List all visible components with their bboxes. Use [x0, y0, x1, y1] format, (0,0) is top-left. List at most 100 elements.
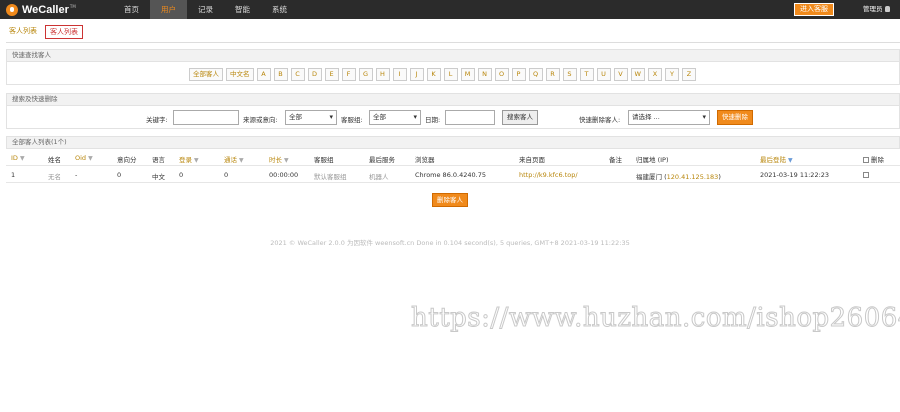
filter-letter-o[interactable]: O [494, 68, 509, 81]
nav-item-system[interactable]: 系统 [261, 0, 298, 19]
filter-letter-d[interactable]: D [307, 68, 322, 81]
row-delete-checkbox[interactable] [863, 172, 869, 178]
source-select-value: 全部 [289, 113, 302, 121]
filter-letter-x[interactable]: X [647, 68, 662, 81]
watermark: https://www.huzhan.com/ishop26064 [411, 303, 900, 334]
filter-letter-i[interactable]: I [392, 68, 407, 81]
enter-service-button[interactable]: 进入客服 [794, 3, 834, 16]
filter-letter-v[interactable]: V [613, 68, 628, 81]
quick-delete-select-value: 请选择 ... [632, 113, 660, 121]
tab-guest-list[interactable]: 客人列表 [9, 25, 37, 39]
cell-oid: - [75, 171, 78, 179]
sort-down-icon: ▼ [239, 157, 244, 164]
filter-letter-c[interactable]: C [290, 68, 305, 81]
source-label: 来源或意向: [243, 116, 278, 124]
tab-guest-list-active[interactable]: 客人列表 [45, 25, 83, 39]
col-logins-label: 登录 [179, 156, 192, 164]
subtabs: 客人列表 客人列表 [9, 25, 83, 39]
filter-letter-f[interactable]: F [341, 68, 356, 81]
logo[interactable]: WeCaller TM [6, 2, 76, 17]
filter-letter-l[interactable]: L [443, 68, 458, 81]
microphone-icon [6, 3, 18, 16]
select-all-checkbox[interactable] [863, 157, 869, 163]
filter-letter-g[interactable]: G [358, 68, 373, 81]
group-select-value: 全部 [373, 113, 386, 121]
filter-letter-m[interactable]: M [460, 68, 475, 81]
cell-from-page-link[interactable]: http://k9.kfc6.top/ [519, 171, 578, 179]
nav-item-users[interactable]: 用户 [150, 0, 187, 19]
col-last-login-label: 最后登陆 [760, 156, 786, 164]
filter-letter-e[interactable]: E [324, 68, 339, 81]
filter-letter-t[interactable]: T [579, 68, 594, 81]
filter-letter-h[interactable]: H [375, 68, 390, 81]
search-guest-button[interactable]: 搜索客人 [502, 110, 538, 125]
admin-label: 管理员 [863, 5, 883, 13]
group-select[interactable]: 全部 [369, 110, 421, 125]
col-id[interactable]: ID ▼ [11, 154, 25, 162]
col-delete: 删除 [863, 154, 884, 164]
col-logins[interactable]: 登录 ▼ [179, 154, 199, 164]
filter-letter-z[interactable]: Z [681, 68, 696, 81]
letter-filter: 全部客人 中文名 A B C D E F G H I J K L M N O P… [189, 68, 696, 81]
cell-id: 1 [11, 171, 16, 179]
admin-menu[interactable]: 管理员 [863, 0, 890, 19]
col-calls[interactable]: 通话 ▼ [224, 154, 244, 164]
cell-delete [863, 171, 871, 179]
filter-letter-p[interactable]: P [511, 68, 526, 81]
filter-letter-y[interactable]: Y [664, 68, 679, 81]
nav-item-smart[interactable]: 智能 [224, 0, 261, 19]
col-intent: 意向分 [117, 156, 137, 164]
col-from-page: 来自页面 [519, 156, 545, 164]
filter-letter-r[interactable]: R [545, 68, 560, 81]
quick-delete-button[interactable]: 快速删除 [717, 110, 753, 125]
col-location: 归属地 (IP) [636, 156, 669, 164]
col-name: 姓名 [48, 156, 61, 164]
filter-chinese-button[interactable]: 中文名 [226, 68, 254, 81]
col-duration[interactable]: 时长 ▼ [269, 154, 289, 164]
col-oid-label: Oid [75, 154, 87, 162]
cell-ip-link[interactable]: 120.41.125.183 [667, 173, 719, 181]
filter-letter-a[interactable]: A [256, 68, 271, 81]
search-panel-title: 搜索及快速删除 [6, 93, 900, 106]
top-navbar: WeCaller TM 首页 用户 记录 智能 系统 进入客服 管理员 [0, 0, 900, 19]
delete-guest-button[interactable]: 删除客人 [432, 193, 468, 207]
source-select[interactable]: 全部 [285, 110, 337, 125]
nav-item-records[interactable]: 记录 [187, 0, 224, 19]
filter-letter-w[interactable]: W [630, 68, 645, 81]
keyword-input[interactable] [173, 110, 239, 125]
col-remark: 备注 [609, 156, 622, 164]
footer: 2021 © WeCaller 2.0.0 为因软件 weensoft.cn D… [270, 239, 630, 247]
logo-trademark: TM [69, 4, 76, 9]
filter-letter-k[interactable]: K [426, 68, 441, 81]
main-nav: 首页 用户 记录 智能 系统 [113, 0, 298, 19]
col-browser: 浏览器 [415, 156, 435, 164]
filter-letter-u[interactable]: U [596, 68, 611, 81]
sort-down-icon: ▼ [194, 157, 199, 164]
sort-down-icon: ▼ [88, 155, 93, 162]
cell-location: 福建厦门 (120.41.125.183) [636, 173, 721, 181]
col-delete-label: 删除 [871, 156, 884, 164]
row-divider [6, 182, 900, 183]
cell-intent: 0 [117, 171, 122, 179]
col-last-service: 最后服务 [369, 156, 395, 164]
quick-delete-label: 快速删除客人: [579, 116, 621, 124]
filter-letter-s[interactable]: S [562, 68, 577, 81]
col-oid[interactable]: Oid ▼ [75, 154, 93, 162]
filter-letter-b[interactable]: B [273, 68, 288, 81]
col-last-login[interactable]: 最后登陆 ▼ [760, 154, 793, 164]
col-duration-label: 时长 [269, 156, 282, 164]
cell-calls: 0 [224, 171, 229, 179]
filter-letter-q[interactable]: Q [528, 68, 543, 81]
user-icon [884, 6, 890, 12]
cell-language: 中文 [152, 173, 165, 181]
filter-all-button[interactable]: 全部客人 [189, 68, 223, 81]
divider [6, 42, 900, 43]
filter-letter-n[interactable]: N [477, 68, 492, 81]
cell-name[interactable]: 无名 [48, 171, 61, 181]
sort-down-icon: ▼ [788, 157, 793, 164]
filter-letter-j[interactable]: J [409, 68, 424, 81]
quick-delete-select[interactable]: 请选择 ... [628, 110, 710, 125]
sort-down-icon: ▼ [284, 157, 289, 164]
nav-item-home[interactable]: 首页 [113, 0, 150, 19]
date-input[interactable] [445, 110, 495, 125]
